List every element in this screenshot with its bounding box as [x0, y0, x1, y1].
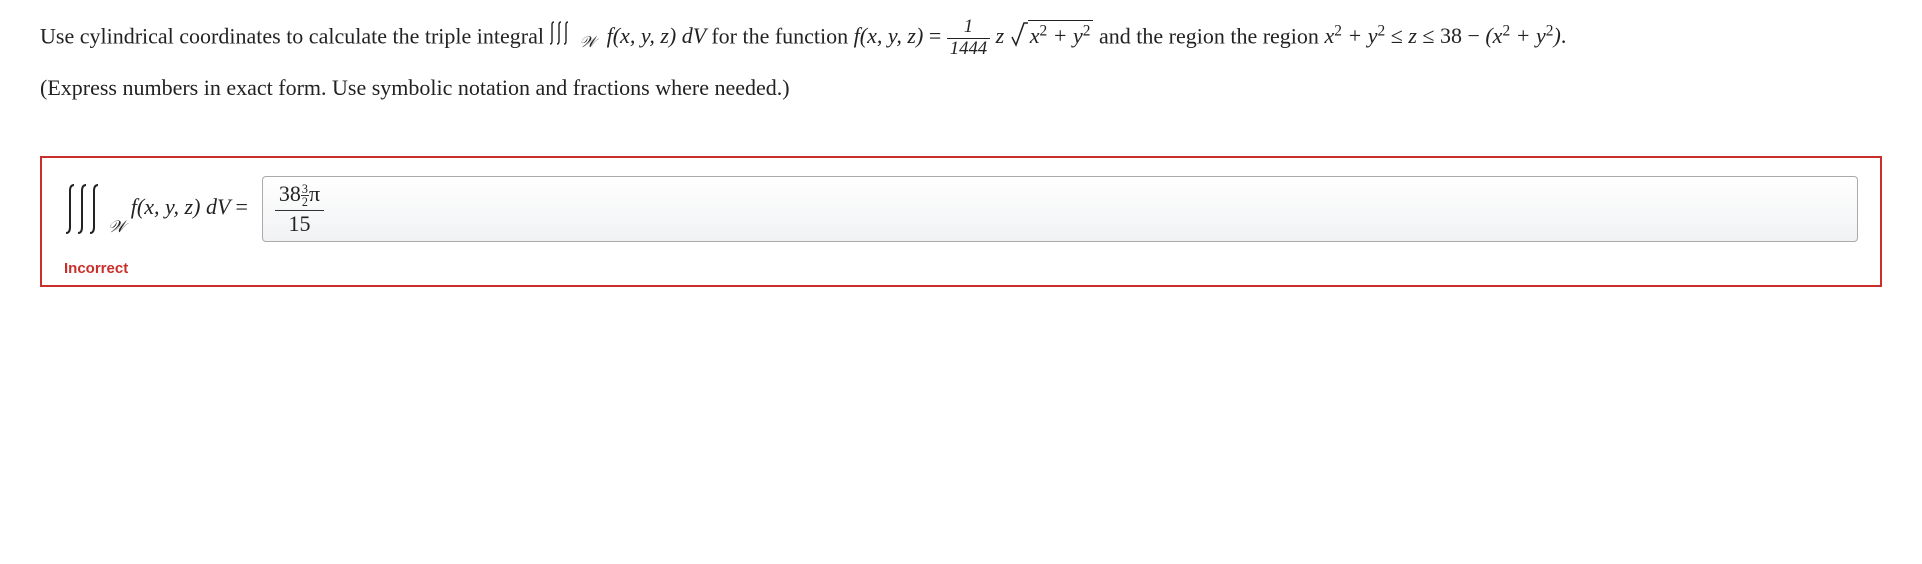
triple-integral-icon	[64, 181, 112, 237]
triple-integral-expr: 𝒲 f(x, y, z) dV	[549, 23, 711, 48]
coefficient-fraction: 1 1444	[947, 18, 990, 58]
hint-text: (Express numbers in exact form. Use symb…	[40, 75, 790, 100]
answer-box: 𝒲 f(x, y, z) dV = 3832π 15 Incorrect	[40, 156, 1882, 287]
integral-sub-w: 𝒲	[108, 217, 125, 236]
problem-statement: Use cylindrical coordinates to calculate…	[40, 18, 1882, 106]
prefix-text: Use cylindrical coordinates to calculate…	[40, 23, 549, 48]
answer-lhs: 𝒲 f(x, y, z) dV =	[64, 181, 248, 237]
sqrt-body: x2 + y2	[1028, 20, 1094, 48]
after-integral-text: for the function	[711, 23, 853, 48]
entered-base: 38	[279, 181, 301, 206]
entered-exponent: 32	[301, 183, 309, 208]
answer-row: 𝒲 f(x, y, z) dV = 3832π 15	[64, 176, 1858, 242]
entered-tail: π	[309, 181, 320, 206]
integral-subscript: 𝒲	[579, 34, 595, 51]
entered-fraction: 3832π 15	[275, 183, 324, 235]
sqrt-symbol	[1010, 19, 1028, 54]
function-def: f(x, y, z) = 1 1444 z x2 + y2	[854, 23, 1099, 48]
region-expr: x2 + y2 ≤ z ≤ 38 − (x2 + y2).	[1324, 23, 1566, 48]
status-label: Incorrect	[64, 260, 1858, 277]
region-prefix: the region	[1230, 23, 1324, 48]
triple-integral-symbol	[549, 18, 579, 58]
answer-input[interactable]: 3832π 15	[262, 176, 1858, 242]
lhs-integrand: f(x, y, z) dV =	[131, 194, 248, 219]
after-func-text: and the region	[1099, 23, 1230, 48]
entered-den: 15	[285, 211, 315, 235]
